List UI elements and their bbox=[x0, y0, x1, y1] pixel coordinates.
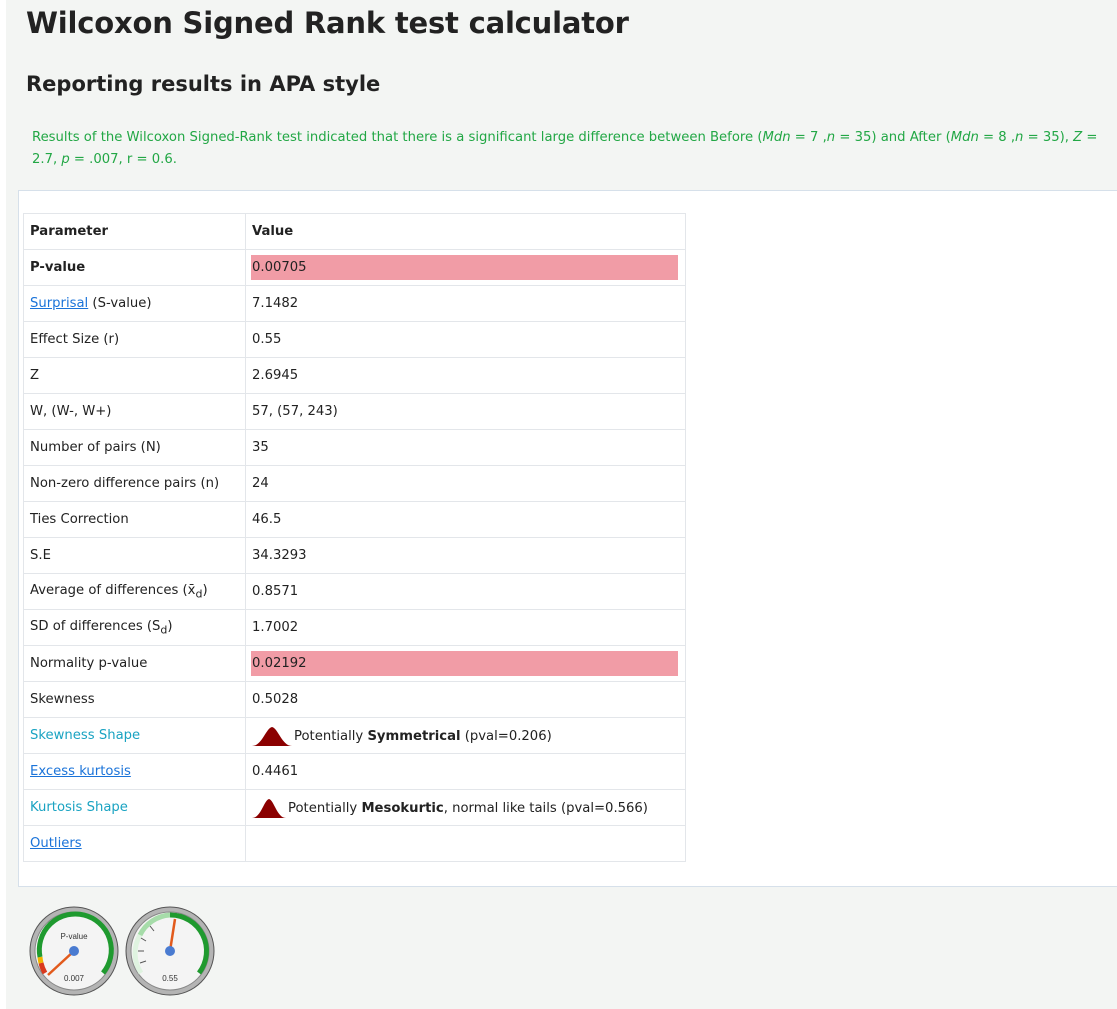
header-value: Value bbox=[245, 213, 686, 250]
row-value-nonzero: 24 bbox=[245, 465, 686, 502]
row-label-avgdiff: Average of differences (x̄d) bbox=[23, 573, 246, 610]
row-value-w: 57, (57, 243) bbox=[245, 393, 686, 430]
row-value-sddiff: 1.7002 bbox=[245, 609, 686, 646]
row-value-normality: 0.02192 bbox=[245, 645, 686, 682]
row-value-avgdiff: 0.8571 bbox=[245, 573, 686, 610]
surprisal-link[interactable]: Surprisal bbox=[30, 296, 88, 311]
apa-mdn2-label: Mdn bbox=[950, 130, 979, 145]
row-value-kurtosis: 0.4461 bbox=[245, 753, 686, 790]
bell-curve-icon bbox=[252, 798, 286, 818]
row-label-pvalue: P-value bbox=[23, 249, 246, 286]
results-table: Parameter Value P-value 0.00705 Surprisa… bbox=[23, 213, 686, 862]
header-parameter: Parameter bbox=[23, 213, 246, 250]
row-value-z: 2.6945 bbox=[245, 357, 686, 394]
row-value-skewshape: Potentially Symmetrical (pval=0.206) bbox=[245, 717, 686, 754]
row-value-npairs: 35 bbox=[245, 429, 686, 466]
apa-mdn1-label: Mdn bbox=[762, 130, 791, 145]
page: Wilcoxon Signed Rank test calculator Rep… bbox=[6, 0, 1117, 1009]
row-value-pvalue: 0.00705 bbox=[245, 249, 686, 286]
apa-n1-label: n bbox=[826, 130, 836, 145]
table-row: Z 2.6945 bbox=[23, 357, 686, 394]
row-label-z: Z bbox=[23, 357, 246, 394]
apa-result-text: Results of the Wilcoxon Signed-Rank test… bbox=[32, 127, 1107, 171]
pvalue-gauge-reading: 0.007 bbox=[64, 974, 85, 983]
skewshape-pre: Potentially bbox=[294, 728, 368, 744]
kurtshape-pre: Potentially bbox=[288, 800, 362, 816]
results-panel: Parameter Value P-value 0.00705 Surprisa… bbox=[18, 190, 1117, 887]
apa-prefix: Results of the Wilcoxon Signed-Rank test… bbox=[32, 130, 763, 145]
table-row: Number of pairs (N) 35 bbox=[23, 429, 686, 466]
table-row: Skewness 0.5028 bbox=[23, 681, 686, 718]
table-row: Non-zero difference pairs (n) 24 bbox=[23, 465, 686, 502]
effect-gauge-icon: 0.55 bbox=[125, 906, 215, 996]
table-row: Excess kurtosis 0.4461 bbox=[23, 753, 686, 790]
effect-gauge-reading: 0.55 bbox=[162, 974, 178, 983]
table-row: Outliers bbox=[23, 825, 686, 862]
surprisal-suffix: (S-value) bbox=[88, 296, 152, 311]
apa-p-label: p bbox=[61, 152, 70, 167]
table-row: Average of differences (x̄d) 0.8571 bbox=[23, 573, 686, 610]
skewshape-post: (pval=0.206) bbox=[460, 728, 552, 744]
table-row: Skewness Shape Potentially Symmetrical (… bbox=[23, 717, 686, 754]
table-header-row: Parameter Value bbox=[23, 213, 686, 250]
apa-n2-value: = 35), bbox=[1023, 130, 1074, 145]
row-value-se: 34.3293 bbox=[245, 537, 686, 574]
row-value-surprisal: 7.1482 bbox=[245, 285, 686, 322]
kurtosis-link[interactable]: Excess kurtosis bbox=[30, 764, 131, 779]
row-label-kurtosis: Excess kurtosis bbox=[23, 753, 246, 790]
row-label-npairs: Number of pairs (N) bbox=[23, 429, 246, 466]
row-label-w: W, (W-, W+) bbox=[23, 393, 246, 430]
table-row: SD of differences (Sd) 1.7002 bbox=[23, 609, 686, 646]
page-title: Wilcoxon Signed Rank test calculator bbox=[26, 6, 629, 40]
row-label-surprisal: Surprisal (S-value) bbox=[23, 285, 246, 322]
table-row: S.E 34.3293 bbox=[23, 537, 686, 574]
row-label-nonzero: Non-zero difference pairs (n) bbox=[23, 465, 246, 502]
row-label-normality: Normality p-value bbox=[23, 645, 246, 682]
bell-curve-icon bbox=[252, 726, 292, 746]
row-value-outliers bbox=[245, 825, 686, 862]
row-label-outliers: Outliers bbox=[23, 825, 246, 862]
row-label-effect: Effect Size (r) bbox=[23, 321, 246, 358]
pvalue-highlight: 0.00705 bbox=[251, 255, 678, 280]
row-label-ties: Ties Correction bbox=[23, 501, 246, 538]
row-label-sddiff: SD of differences (Sd) bbox=[23, 609, 246, 646]
apa-z-label: Z bbox=[1073, 130, 1083, 145]
table-row: Kurtosis Shape Potentially Mesokurtic, n… bbox=[23, 789, 686, 826]
table-row: Normality p-value 0.02192 bbox=[23, 645, 686, 682]
row-label-skewshape: Skewness Shape bbox=[23, 717, 246, 754]
row-label-kurtshape: Kurtosis Shape bbox=[23, 789, 246, 826]
kurtshape-post: , normal like tails (pval=0.566) bbox=[443, 800, 648, 816]
section-title: Reporting results in APA style bbox=[26, 72, 381, 96]
apa-n1-value: = 35) and After ( bbox=[835, 130, 951, 145]
sddiff-label: SD of differences (S bbox=[30, 618, 161, 634]
table-row: Effect Size (r) 0.55 bbox=[23, 321, 686, 358]
row-value-kurtshape: Potentially Mesokurtic, normal like tail… bbox=[245, 789, 686, 826]
skewshape-bold: Symmetrical bbox=[367, 728, 461, 744]
row-label-skewness: Skewness bbox=[23, 681, 246, 718]
avgdiff-label: Average of differences (x̄ bbox=[30, 582, 196, 598]
sddiff-end: ) bbox=[167, 618, 173, 634]
table-row: Surprisal (S-value) 7.1482 bbox=[23, 285, 686, 322]
kurtshape-bold: Mesokurtic bbox=[361, 800, 444, 816]
table-row: Ties Correction 46.5 bbox=[23, 501, 686, 538]
table-row: P-value 0.00705 bbox=[23, 249, 686, 286]
outliers-link[interactable]: Outliers bbox=[30, 836, 82, 851]
apa-p-value: = .007, r = 0.6. bbox=[69, 152, 177, 167]
apa-mdn2-value: = 8 , bbox=[978, 130, 1016, 145]
row-value-ties: 46.5 bbox=[245, 501, 686, 538]
row-label-se: S.E bbox=[23, 537, 246, 574]
avgdiff-end: ) bbox=[202, 582, 208, 598]
pvalue-gauge-icon: P-value 0.007 bbox=[29, 906, 119, 996]
row-value-skewness: 0.5028 bbox=[245, 681, 686, 718]
apa-mdn1-value: = 7 , bbox=[790, 130, 827, 145]
pvalue-gauge-title: P-value bbox=[60, 932, 88, 941]
normality-highlight: 0.02192 bbox=[251, 651, 678, 676]
table-row: W, (W-, W+) 57, (57, 243) bbox=[23, 393, 686, 430]
row-value-effect: 0.55 bbox=[245, 321, 686, 358]
